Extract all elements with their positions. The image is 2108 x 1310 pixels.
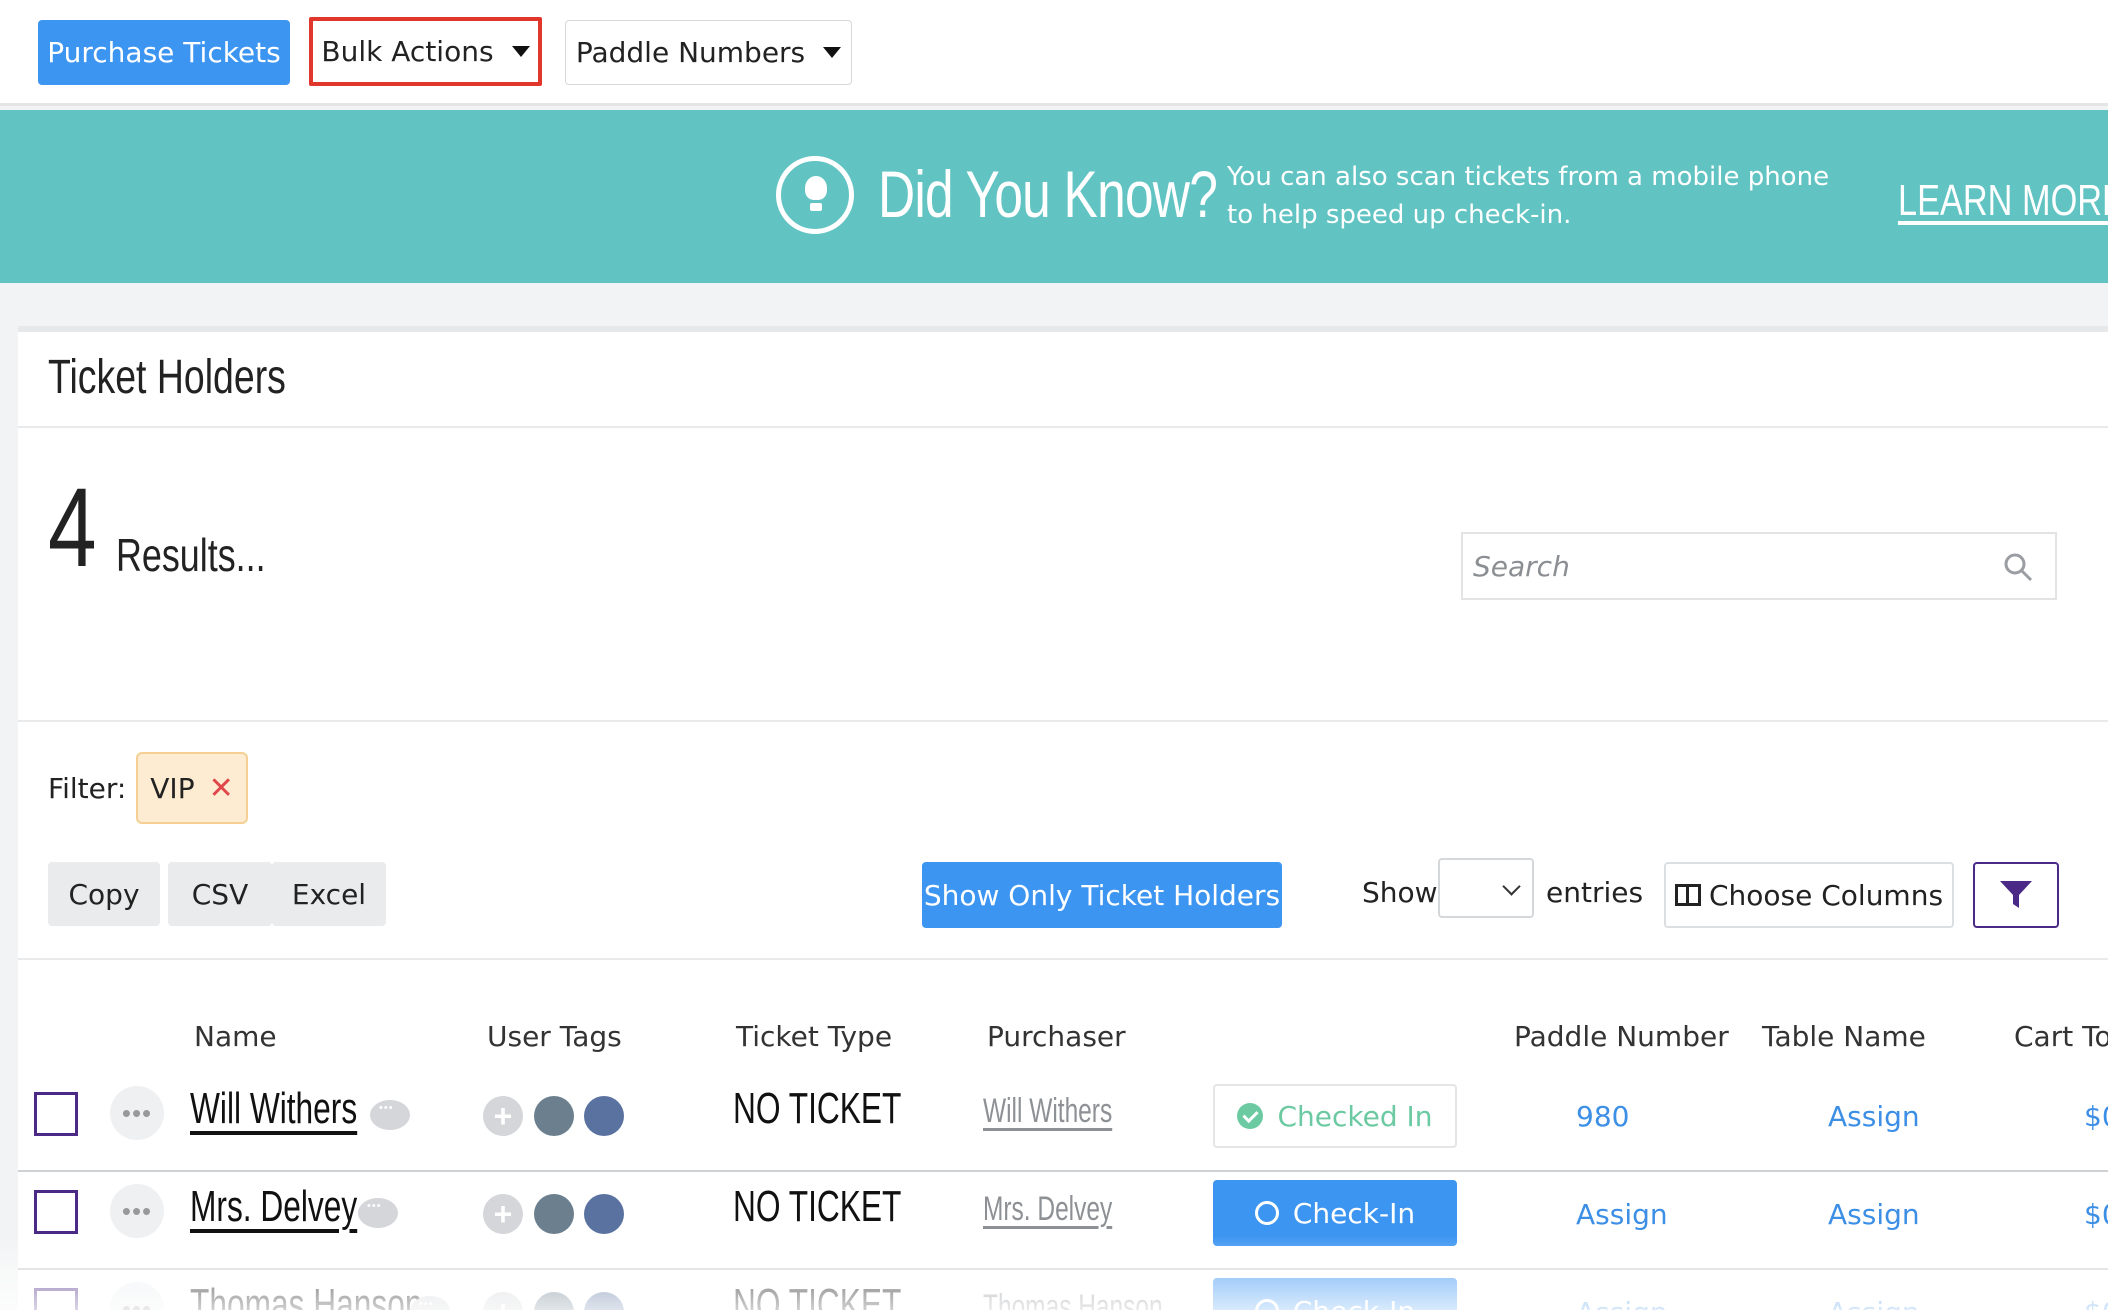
purchase-tickets-button[interactable]: Purchase Tickets xyxy=(38,20,290,85)
column-header-cart-total[interactable]: Cart Tot xyxy=(2014,1020,2108,1053)
more-options-icon[interactable]: ••• xyxy=(110,1184,164,1238)
filter-chip-vip[interactable]: VIP ✕ xyxy=(136,752,248,824)
results-label: Results... xyxy=(116,529,266,581)
ticket-type: NO TICKET xyxy=(733,1084,902,1133)
chevron-down-icon xyxy=(1502,877,1521,896)
more-options-icon[interactable]: ••• xyxy=(110,1282,164,1310)
bulk-actions-dropdown[interactable]: Bulk Actions xyxy=(309,17,542,86)
show-label: Show xyxy=(1362,876,1438,909)
show-only-ticket-holders-label: Show Only Ticket Holders xyxy=(923,878,1281,912)
table-row: ••• Thomas Hanson + NO TICKET Thomas Han… xyxy=(18,1270,2108,1310)
row-checkbox[interactable] xyxy=(34,1092,78,1136)
choose-columns-button[interactable]: Choose Columns xyxy=(1664,862,1954,928)
table-row: ••• Mrs. Delvey + NO TICKET Mrs. Delvey … xyxy=(18,1172,2108,1270)
user-tag-dot[interactable] xyxy=(534,1194,574,1234)
banner-message: You can also scan tickets from a mobile … xyxy=(1227,162,1830,230)
paddle-numbers-dropdown[interactable]: Paddle Numbers xyxy=(565,20,852,85)
learn-more-link[interactable]: LEARN MORE xyxy=(1898,176,2108,226)
check-in-button[interactable]: Check-In xyxy=(1213,1180,1457,1246)
entries-label: entries xyxy=(1546,876,1644,909)
add-tag-icon[interactable]: + xyxy=(483,1292,523,1310)
cart-total-link[interactable]: $0 xyxy=(2084,1296,2108,1310)
checked-in-label: Checked In xyxy=(1277,1099,1433,1133)
columns-icon xyxy=(1674,884,1701,906)
column-header-purchaser[interactable]: Purchaser xyxy=(987,1020,1126,1053)
check-circle-icon xyxy=(1237,1103,1264,1129)
cart-total-link[interactable]: $0 xyxy=(2084,1100,2108,1133)
purchaser-link[interactable]: Will Withers xyxy=(983,1092,1112,1131)
funnel-icon xyxy=(2000,881,2032,908)
purchase-tickets-label: Purchase Tickets xyxy=(47,36,281,69)
panel-title: Ticket Holders xyxy=(48,351,286,404)
more-options-icon[interactable]: ••• xyxy=(110,1086,164,1140)
column-header-paddle-number[interactable]: Paddle Number xyxy=(1514,1020,1729,1053)
column-header-table-name[interactable]: Table Name xyxy=(1762,1020,1926,1053)
purchaser-link[interactable]: Mrs. Delvey xyxy=(983,1190,1112,1229)
paddle-number-link[interactable]: 980 xyxy=(1576,1100,1629,1133)
holder-name-link[interactable]: Mrs. Delvey xyxy=(190,1182,357,1232)
user-tag-dot[interactable] xyxy=(584,1292,624,1310)
search-box xyxy=(1461,532,2057,600)
show-only-ticket-holders-button[interactable]: Show Only Ticket Holders xyxy=(922,862,1282,928)
filter-chip-label: VIP xyxy=(150,771,195,805)
ticket-type: NO TICKET xyxy=(733,1280,902,1310)
table-assign-link[interactable]: Assign xyxy=(1828,1296,1920,1310)
csv-button[interactable]: CSV xyxy=(168,862,272,926)
divider xyxy=(18,720,2108,722)
entries-select[interactable] xyxy=(1438,858,1534,918)
filter-label: Filter: xyxy=(48,772,127,805)
table-assign-link[interactable]: Assign xyxy=(1828,1100,1920,1133)
column-header-name[interactable]: Name xyxy=(194,1020,277,1053)
choose-columns-label: Choose Columns xyxy=(1708,878,1944,912)
cart-total-link[interactable]: $0 xyxy=(2084,1198,2108,1231)
comment-icon[interactable] xyxy=(358,1198,398,1228)
caret-down-icon xyxy=(823,47,842,58)
paddle-assign-link[interactable]: Assign xyxy=(1576,1296,1668,1310)
holder-name-link[interactable]: Will Withers xyxy=(190,1084,357,1134)
ticket-type: NO TICKET xyxy=(733,1182,902,1231)
column-header-ticket-type[interactable]: Ticket Type xyxy=(736,1020,892,1053)
user-tag-dot[interactable] xyxy=(584,1194,624,1234)
user-tag-dot[interactable] xyxy=(584,1096,624,1136)
table-assign-link[interactable]: Assign xyxy=(1828,1198,1920,1231)
add-tag-icon[interactable]: + xyxy=(483,1194,523,1234)
banner-title: Did You Know? xyxy=(878,157,1218,231)
holder-name-link[interactable]: Thomas Hanson xyxy=(190,1280,422,1310)
caret-down-icon xyxy=(511,46,530,57)
search-input[interactable] xyxy=(1463,534,1983,598)
row-checkbox[interactable] xyxy=(34,1190,78,1234)
did-you-know-banner: Did You Know? You can also scan tickets … xyxy=(0,110,2108,283)
search-icon[interactable] xyxy=(2003,552,2033,582)
paddle-assign-link[interactable]: Assign xyxy=(1576,1198,1668,1231)
circle-icon xyxy=(1254,1201,1279,1225)
comment-icon[interactable] xyxy=(370,1100,410,1130)
divider xyxy=(18,958,2108,960)
filter-button[interactable] xyxy=(1973,862,2059,928)
purchaser-link[interactable]: Thomas Hanson xyxy=(983,1288,1163,1310)
check-in-label: Check-In xyxy=(1293,1295,1415,1310)
table-row: ••• Will Withers + NO TICKET Will Wither… xyxy=(18,1074,2108,1172)
bulk-actions-label: Bulk Actions xyxy=(321,35,494,68)
circle-icon xyxy=(1254,1299,1279,1310)
paddle-numbers-label: Paddle Numbers xyxy=(575,36,806,69)
check-in-label: Check-In xyxy=(1292,1196,1416,1230)
add-tag-icon[interactable]: + xyxy=(483,1096,523,1136)
copy-button[interactable]: Copy xyxy=(48,862,160,926)
user-tag-dot[interactable] xyxy=(534,1292,574,1310)
excel-button[interactable]: Excel xyxy=(272,862,386,926)
user-tag-dot[interactable] xyxy=(534,1096,574,1136)
top-toolbar: Purchase Tickets Bulk Actions Paddle Num… xyxy=(0,0,2108,106)
ticket-holders-panel: Ticket Holders 4 Results... Filter: VIP ✕… xyxy=(18,326,2108,1310)
results-count: 4 xyxy=(48,465,97,590)
row-checkbox[interactable] xyxy=(34,1288,78,1310)
column-header-user-tags[interactable]: User Tags xyxy=(487,1020,622,1053)
close-icon[interactable]: ✕ xyxy=(209,771,234,806)
check-in-button[interactable]: Check-In xyxy=(1213,1278,1457,1310)
checked-in-status[interactable]: Checked In xyxy=(1213,1084,1457,1148)
lightbulb-icon xyxy=(776,156,854,234)
divider xyxy=(18,426,2108,428)
